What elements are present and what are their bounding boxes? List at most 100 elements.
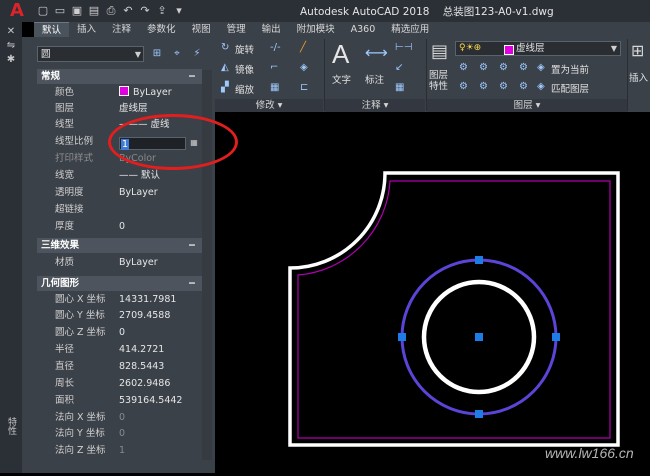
match-layer-button[interactable]: 匹配图层 [551, 81, 589, 95]
rotate-button[interactable]: 旋转 [235, 42, 254, 56]
collapse-icon[interactable]: − [188, 69, 196, 84]
undo-icon[interactable]: ↶ [121, 4, 135, 18]
app-menu-button[interactable]: A [0, 0, 34, 22]
close-icon[interactable]: ✕ [4, 26, 18, 37]
grip-top[interactable] [475, 256, 483, 264]
property-row[interactable]: 圆心 X 坐标 14331.7981 [37, 292, 202, 308]
palette-title: 特性 [6, 417, 16, 435]
property-value: ByLayer [119, 187, 158, 198]
offset-icon[interactable]: ⊏ [300, 82, 308, 93]
text-icon[interactable]: A [332, 39, 349, 70]
layers-panel-label[interactable]: 图层 ▾ [427, 99, 627, 112]
open-folder-icon[interactable]: ▭ [53, 4, 67, 18]
property-label: 透明度 [55, 187, 84, 198]
drawing-canvas[interactable] [215, 112, 650, 473]
gear-icon[interactable]: ✱ [4, 54, 18, 65]
tab-parametric[interactable]: 参数化 [139, 22, 184, 37]
tab-addins[interactable]: 附加模块 [289, 22, 343, 37]
grip-center[interactable] [475, 333, 483, 341]
quick-select-icon[interactable]: ⚡ [190, 47, 204, 61]
property-row[interactable]: 线宽 —— 默认 [37, 168, 202, 184]
insert-block-icon[interactable]: ⊞ [631, 41, 644, 60]
layer-properties-button[interactable]: 图层 特性 [429, 70, 448, 92]
property-value: ByLayer [119, 85, 172, 101]
table-icon[interactable]: ▦ [395, 82, 404, 93]
section-general[interactable]: 常规 − [37, 69, 202, 84]
grip-right[interactable] [552, 333, 560, 341]
mirror-button[interactable]: 镜像 [235, 62, 254, 76]
layer-tool-icon[interactable]: ⚙ [519, 81, 528, 92]
new-file-icon[interactable]: ▢ [36, 4, 50, 18]
property-row[interactable]: 面积 539164.5442 [37, 393, 202, 409]
section-3d-effects[interactable]: 三维效果 − [37, 238, 202, 253]
tab-insert[interactable]: 插入 [69, 22, 104, 37]
property-row[interactable]: 透明度 ByLayer [37, 185, 202, 201]
print-icon[interactable]: ⎙ [104, 4, 118, 18]
redo-icon[interactable]: ↷ [138, 4, 152, 18]
tab-annotate[interactable]: 注释 [104, 22, 139, 37]
share-icon[interactable]: ⇪ [155, 4, 169, 18]
dimension-icon[interactable]: ⟷ [365, 43, 388, 62]
section-geometry[interactable]: 几何图形 − [37, 276, 202, 291]
scale-button[interactable]: 缩放 [235, 82, 254, 96]
property-row[interactable]: 半径 414.2721 [37, 342, 202, 358]
dimension-button[interactable]: 标注 [365, 72, 384, 86]
property-value: 14331.7981 [119, 294, 177, 305]
trim-icon[interactable]: -/- [270, 42, 281, 53]
modify-panel-label[interactable]: 修改 ▾ [215, 99, 323, 112]
leader-icon[interactable]: ↙ [395, 62, 403, 73]
auto-hide-icon[interactable]: ⇋ [4, 40, 18, 51]
layer-tool-icon[interactable]: ⚙ [499, 81, 508, 92]
grip-bottom[interactable] [475, 410, 483, 418]
insert-button[interactable]: 插入 [629, 70, 648, 84]
property-row[interactable]: 厚度 0 [37, 219, 202, 235]
linear-dim-icon[interactable]: ⊢⊣ [395, 42, 412, 53]
layer-tool-icon[interactable]: ⚙ [519, 62, 528, 73]
layer-state-icons: ♀☀⊕ [459, 43, 482, 53]
layer-tool-icon[interactable]: ⚙ [459, 62, 468, 73]
toggle-pickadd-icon[interactable]: ⊞ [150, 47, 164, 61]
layer-dropdown[interactable]: ♀☀⊕ 虚线层 ▼ [455, 41, 621, 56]
tab-featured-apps[interactable]: 精选应用 [383, 22, 437, 37]
tab-view[interactable]: 视图 [184, 22, 219, 37]
save-icon[interactable]: ▣ [70, 4, 84, 18]
annotation-panel-label[interactable]: 注释 ▾ [325, 99, 425, 112]
object-type-select[interactable]: 圆 ▼ [37, 46, 144, 62]
tab-manage[interactable]: 管理 [219, 22, 254, 37]
property-row[interactable]: 法向 Z 坐标 1 [37, 443, 202, 459]
property-row[interactable]: 法向 X 坐标 0 [37, 410, 202, 426]
property-value: 0 [119, 327, 126, 338]
property-row[interactable]: 法向 Y 坐标 0 [37, 426, 202, 442]
property-row[interactable]: 圆心 Y 坐标 2709.4588 [37, 308, 202, 324]
text-button[interactable]: 文字 [332, 72, 351, 86]
tab-a360[interactable]: A360 [343, 22, 384, 37]
property-row[interactable]: 周长 2602.9486 [37, 376, 202, 392]
save-as-icon[interactable]: ▤ [87, 4, 101, 18]
tab-default[interactable]: 默认 [34, 22, 70, 38]
property-row[interactable]: 圆心 Z 坐标 0 [37, 325, 202, 341]
property-row[interactable]: 材质 ByLayer [37, 255, 202, 271]
layer-properties-icon[interactable]: ▤ [431, 41, 448, 62]
layer-tool-icon[interactable]: ⚙ [479, 62, 488, 73]
collapse-icon[interactable]: − [188, 276, 196, 291]
explode-icon[interactable]: ◈ [300, 62, 308, 73]
property-value: 1 [119, 445, 126, 456]
array-icon[interactable]: ▦ [270, 82, 279, 93]
property-value: 828.5443 [119, 361, 165, 372]
select-objects-icon[interactable]: ⌖ [170, 47, 184, 61]
tab-output[interactable]: 输出 [254, 22, 289, 37]
property-row[interactable]: 直径 828.5443 [37, 359, 202, 375]
property-row[interactable]: 超链接 [37, 202, 202, 218]
layer-tool-icon[interactable]: ⚙ [499, 62, 508, 73]
layer-tool-icon[interactable]: ⚙ [479, 81, 488, 92]
grip-left[interactable] [398, 333, 406, 341]
property-row[interactable]: 颜色 ByLayer [37, 85, 202, 101]
app-title: Autodesk AutoCAD 2018 [300, 6, 430, 18]
erase-icon[interactable]: ╱ [300, 42, 306, 53]
layer-tool-icon[interactable]: ⚙ [459, 81, 468, 92]
set-current-button[interactable]: 置为当前 [551, 62, 589, 76]
customize-toolbar-icon[interactable]: ▾ [172, 4, 186, 18]
window-title: Autodesk AutoCAD 2018 总装图123-A0-v1.dwg [300, 4, 554, 19]
fillet-icon[interactable]: ⌐ [270, 62, 278, 73]
collapse-icon[interactable]: − [188, 238, 196, 253]
